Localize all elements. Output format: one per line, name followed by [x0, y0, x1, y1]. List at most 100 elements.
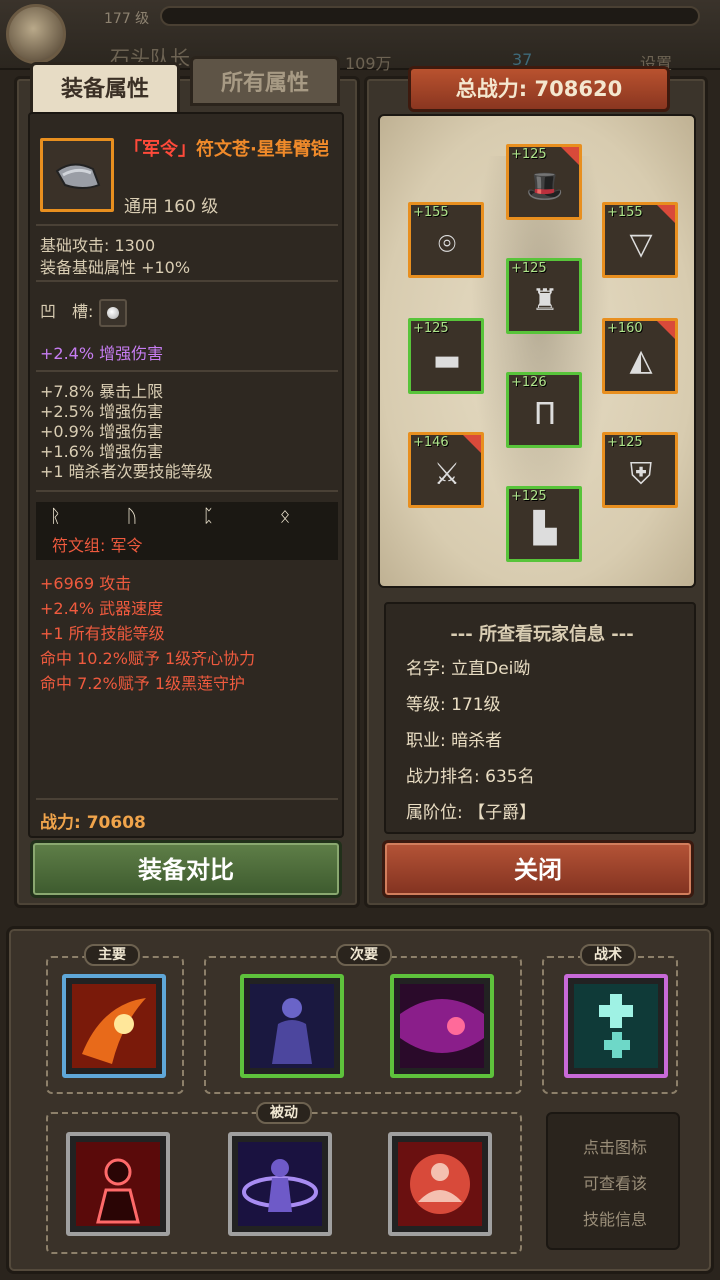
passive-skill-label: 被动: [256, 1102, 312, 1124]
rune-icons: ᚱ ᚢ ᛈ ᛟ: [50, 506, 321, 527]
spin-dancer-icon: [238, 1142, 322, 1226]
slot-level: +155: [607, 205, 643, 220]
armor-icon: ♜: [531, 283, 559, 318]
player-avatar[interactable]: [6, 4, 66, 64]
equip-slot-boots[interactable]: +125 ▙: [506, 486, 582, 562]
slot-level: +125: [511, 261, 547, 276]
total-power: 总战力: 708620: [408, 66, 670, 112]
exp-bar: [160, 6, 700, 26]
power-burst-icon: [398, 1142, 482, 1226]
slot-level: +125: [413, 321, 449, 336]
slot-level: +160: [607, 321, 643, 336]
slot-level: +155: [413, 205, 449, 220]
equip-slot-hat[interactable]: +125 🎩: [506, 144, 582, 220]
equip-slot-belt[interactable]: +125 ▬: [408, 318, 484, 394]
divider: [36, 280, 338, 282]
equip-slot-shield[interactable]: +125 ⛨: [602, 432, 678, 508]
stat-line: +1 暗杀者次要技能等级: [40, 462, 213, 481]
boots-icon: ▙: [533, 511, 557, 546]
equipment-slots-area: +125 🎩 +155 ⌾ +155 ▽ +125 ♜ +125 ▬ +160 ◭ +126 Π +146 ⚔…: [378, 114, 696, 588]
base-attribute: 装备基础属性 +10%: [40, 258, 191, 277]
socket-gem-icon[interactable]: [98, 298, 127, 327]
top-bar: 177 级 石头队长 109万 37 设置: [0, 0, 720, 73]
arm-guard-icon: ◭: [629, 343, 653, 378]
slot-level: +146: [413, 435, 449, 450]
item-thumbnail: [40, 138, 114, 212]
skill-hint-box: 点击图标 可查看该 技能信息: [546, 1112, 680, 1250]
socket-label: 凹 槽:: [40, 302, 94, 321]
compare-button[interactable]: 装备对比: [30, 840, 342, 898]
rune-set-box: ᚱ ᚢ ᛈ ᛟ 符文组: 军令: [36, 502, 338, 560]
hint-line: 点击图标: [582, 1138, 647, 1157]
tab-all-attributes[interactable]: 所有属性: [190, 56, 340, 106]
pants-icon: Π: [533, 397, 557, 432]
arm-guard-icon: [55, 163, 101, 189]
fire-slash-icon: [72, 984, 156, 1068]
player-level: 177 级: [104, 11, 150, 27]
item-power: 战力: 70608: [40, 813, 146, 833]
slot-level: +126: [511, 375, 547, 390]
hint-line: 可查看该: [582, 1174, 647, 1193]
tactic-skill[interactable]: [564, 974, 668, 1078]
passive-skill-3[interactable]: [388, 1132, 492, 1236]
socket-bonus: +2.4% 增强伤害: [40, 344, 164, 363]
primary-skill-label: 主要: [84, 944, 140, 966]
rune-set-name: 符文组: 军令: [52, 536, 143, 555]
slot-level: +125: [607, 435, 643, 450]
divider: [36, 224, 338, 226]
gold-amount: 109万: [345, 54, 392, 73]
enhance-corner-icon: [657, 205, 675, 223]
set-bonus-line: 命中 7.2%赋予 1级黑莲守护: [40, 674, 246, 693]
heal-cross-icon: [574, 984, 658, 1068]
player-info-title-rank: 属阶位: 【子爵】: [406, 803, 537, 823]
equip-slot-weapon[interactable]: +146 ⚔: [408, 432, 484, 508]
secondary-skill-label: 次要: [336, 944, 392, 966]
player-info-box: --- 所查看玩家信息 --- 名字: 立直Dei呦 等级: 171级 职业: …: [384, 602, 696, 834]
set-bonus-line: +2.4% 武器速度: [40, 599, 164, 618]
enhance-corner-icon: [561, 147, 579, 165]
player-info-class: 职业: 暗杀者: [406, 731, 503, 751]
item-title: 「军令」符文苍·星隼臂铠: [124, 138, 336, 162]
divider: [36, 490, 338, 492]
divider: [36, 370, 338, 372]
secondary-skill-1[interactable]: [240, 974, 344, 1078]
tab-equipment-attributes[interactable]: 装备属性: [30, 62, 180, 112]
enhance-corner-icon: [657, 321, 675, 339]
weapon-icon: ⚔: [433, 457, 461, 492]
player-info-rank: 战力排名: 635名: [406, 767, 535, 787]
belt-icon: ▬: [432, 343, 462, 378]
base-attack: 基础攻击: 1300: [40, 236, 156, 255]
player-info-name: 名字: 立直Dei呦: [406, 659, 531, 679]
necklace-icon: ▽: [629, 227, 653, 262]
equip-slot-necklace[interactable]: +155 ▽: [602, 202, 678, 278]
shadow-figure-icon: [250, 984, 334, 1068]
set-bonus-line: +6969 攻击: [40, 574, 132, 593]
passive-skill-1[interactable]: [66, 1132, 170, 1236]
enhance-corner-icon: [463, 435, 481, 453]
divider: [36, 798, 338, 800]
shield-icon: ⛨: [629, 457, 653, 492]
item-class-level: 通用 160 级: [124, 197, 219, 217]
equip-slot-bracer[interactable]: +155 ⌾: [408, 202, 484, 278]
equip-slot-arm-guard[interactable]: +160 ◭: [602, 318, 678, 394]
hint-line: 技能信息: [582, 1210, 647, 1229]
hat-icon: 🎩: [526, 169, 564, 204]
item-name: 符文苍·星隼臂铠: [196, 139, 329, 160]
set-bonus-line: 命中 10.2%赋予 1级齐心协力: [40, 649, 256, 668]
slot-level: +125: [511, 489, 547, 504]
slot-level: +125: [511, 147, 547, 162]
tactic-skill-label: 战术: [580, 944, 636, 966]
void-eye-icon: [400, 984, 484, 1068]
primary-skill[interactable]: [62, 974, 166, 1078]
player-info-title: --- 所查看玩家信息 ---: [450, 624, 634, 645]
equip-slot-armor[interactable]: +125 ♜: [506, 258, 582, 334]
item-set-tag: 「军令」: [124, 139, 196, 160]
equip-slot-pants[interactable]: +126 Π: [506, 372, 582, 448]
close-button[interactable]: 关闭: [382, 840, 694, 898]
socket-row: 凹 槽:: [40, 298, 127, 327]
rage-figure-icon: [76, 1142, 160, 1226]
player-info-level: 等级: 171级: [406, 695, 501, 715]
set-bonus-line: +1 所有技能等级: [40, 624, 165, 643]
passive-skill-2[interactable]: [228, 1132, 332, 1236]
secondary-skill-2[interactable]: [390, 974, 494, 1078]
